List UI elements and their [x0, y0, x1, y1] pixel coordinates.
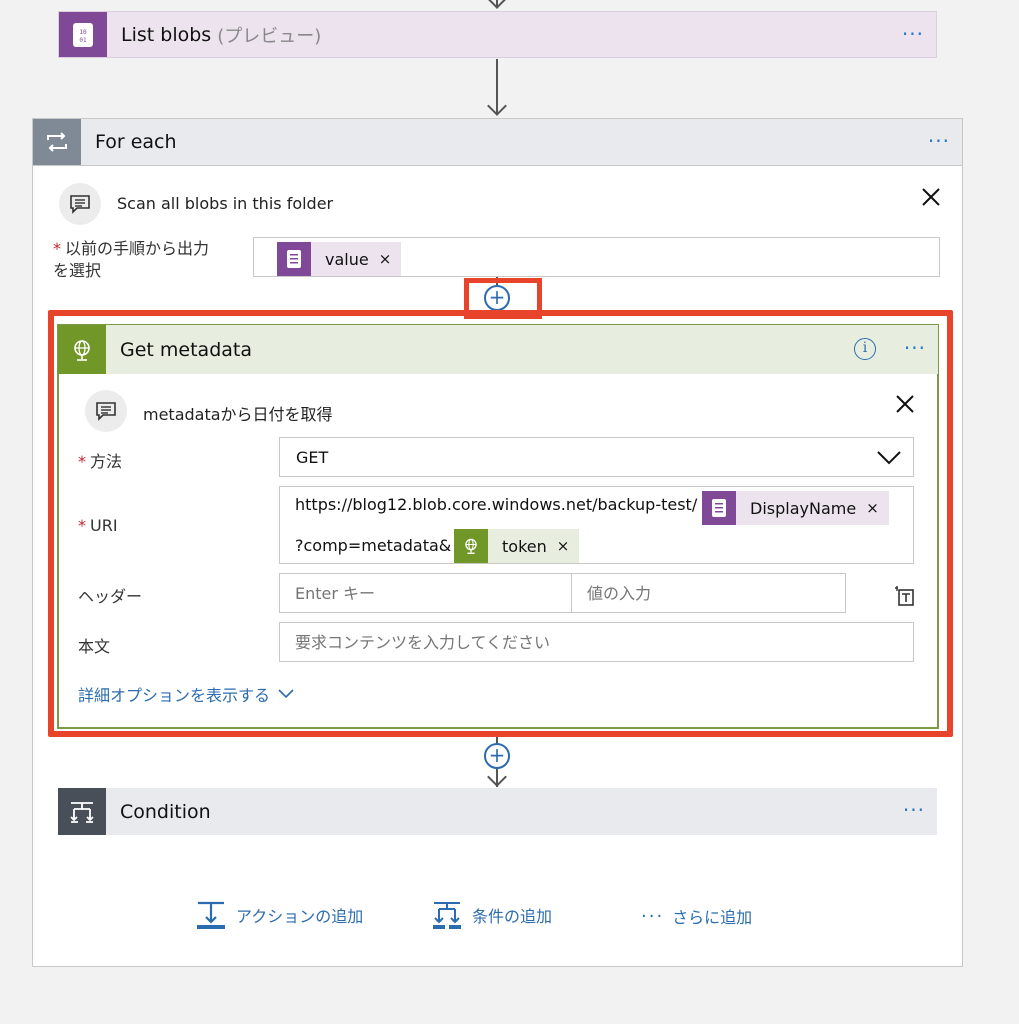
get-metadata-more-button[interactable]: ···: [904, 336, 926, 360]
token-token[interactable]: token ×: [454, 529, 580, 563]
for-each-more-button[interactable]: ···: [928, 129, 950, 153]
condition-icon: [58, 788, 106, 835]
value-token-label: value: [325, 249, 369, 269]
displayname-token[interactable]: DisplayName ×: [702, 491, 889, 525]
list-blobs-subtitle: (プレビュー): [217, 25, 322, 47]
chevron-down-icon[interactable]: [877, 451, 901, 465]
list-blobs-card[interactable]: 10 01 List blobs (プレビュー) ···: [58, 11, 937, 58]
svg-text:10: 10: [79, 29, 87, 36]
condition-title: Condition: [120, 800, 211, 823]
body-label: 本文: [78, 637, 111, 656]
remove-token-icon[interactable]: ×: [866, 499, 889, 517]
add-condition-icon: [433, 902, 461, 929]
get-metadata-header[interactable]: Get metadata i ···: [58, 325, 938, 374]
arrow-head: [487, 96, 507, 116]
blob-storage-icon: [702, 491, 736, 525]
switch-to-text-mode-icon[interactable]: [894, 585, 916, 607]
headers-label: ヘッダー: [78, 587, 143, 606]
blob-storage-icon: [277, 242, 311, 276]
loop-icon: [33, 119, 81, 165]
arrow-head: [487, 0, 507, 9]
add-condition-button[interactable]: 条件の追加: [432, 900, 552, 930]
comment-icon: [85, 390, 127, 432]
add-action-icon: [197, 901, 225, 929]
token-token-label: token: [502, 536, 547, 556]
add-action-button[interactable]: アクションの追加: [196, 900, 363, 930]
more-dots-icon: ···: [641, 905, 665, 927]
method-label: * 方法: [78, 452, 123, 471]
show-advanced-options-link[interactable]: 詳細オプションを表示する: [78, 682, 294, 706]
for-each-header[interactable]: For each ···: [32, 118, 963, 166]
blob-storage-icon: 10 01: [59, 12, 107, 57]
displayname-token-label: DisplayName: [750, 498, 857, 518]
for-each-title: For each: [95, 131, 177, 153]
close-comment-icon[interactable]: [896, 395, 914, 413]
method-value: GET: [296, 448, 329, 467]
value-token[interactable]: value ×: [277, 242, 402, 276]
globe-icon: [454, 529, 488, 563]
remove-token-icon[interactable]: ×: [557, 537, 580, 555]
list-blobs-more-button[interactable]: ···: [902, 22, 924, 46]
for-each-comment-text[interactable]: Scan all blobs in this folder: [117, 194, 333, 213]
uri-text-part2: ?comp=metadata&: [295, 536, 452, 555]
uri-text-part1: https://blog12.blob.core.windows.net/bac…: [295, 495, 698, 514]
add-more-button[interactable]: ··· さらに追加: [641, 904, 752, 928]
header-value-input[interactable]: [571, 573, 846, 613]
body-input[interactable]: [279, 622, 914, 662]
svg-text:01: 01: [79, 37, 87, 44]
chevron-down-icon: [278, 689, 294, 699]
info-icon[interactable]: i: [854, 338, 876, 360]
get-metadata-title: Get metadata: [120, 338, 252, 361]
get-metadata-comment-text[interactable]: metadataから日付を取得: [143, 401, 333, 425]
method-select[interactable]: GET: [279, 437, 914, 477]
insert-step-button[interactable]: +: [484, 743, 510, 769]
select-output-label: * 以前の手順から出力 を選択: [53, 239, 210, 280]
close-comment-icon[interactable]: [922, 188, 940, 206]
remove-token-icon[interactable]: ×: [379, 250, 402, 268]
condition-card[interactable]: Condition ···: [58, 788, 937, 835]
globe-icon: [58, 325, 106, 374]
condition-more-button[interactable]: ···: [903, 798, 925, 822]
uri-label: * URI: [78, 516, 118, 535]
header-key-input[interactable]: [279, 573, 572, 613]
comment-icon: [59, 183, 101, 225]
list-blobs-title: List blobs: [121, 23, 212, 46]
